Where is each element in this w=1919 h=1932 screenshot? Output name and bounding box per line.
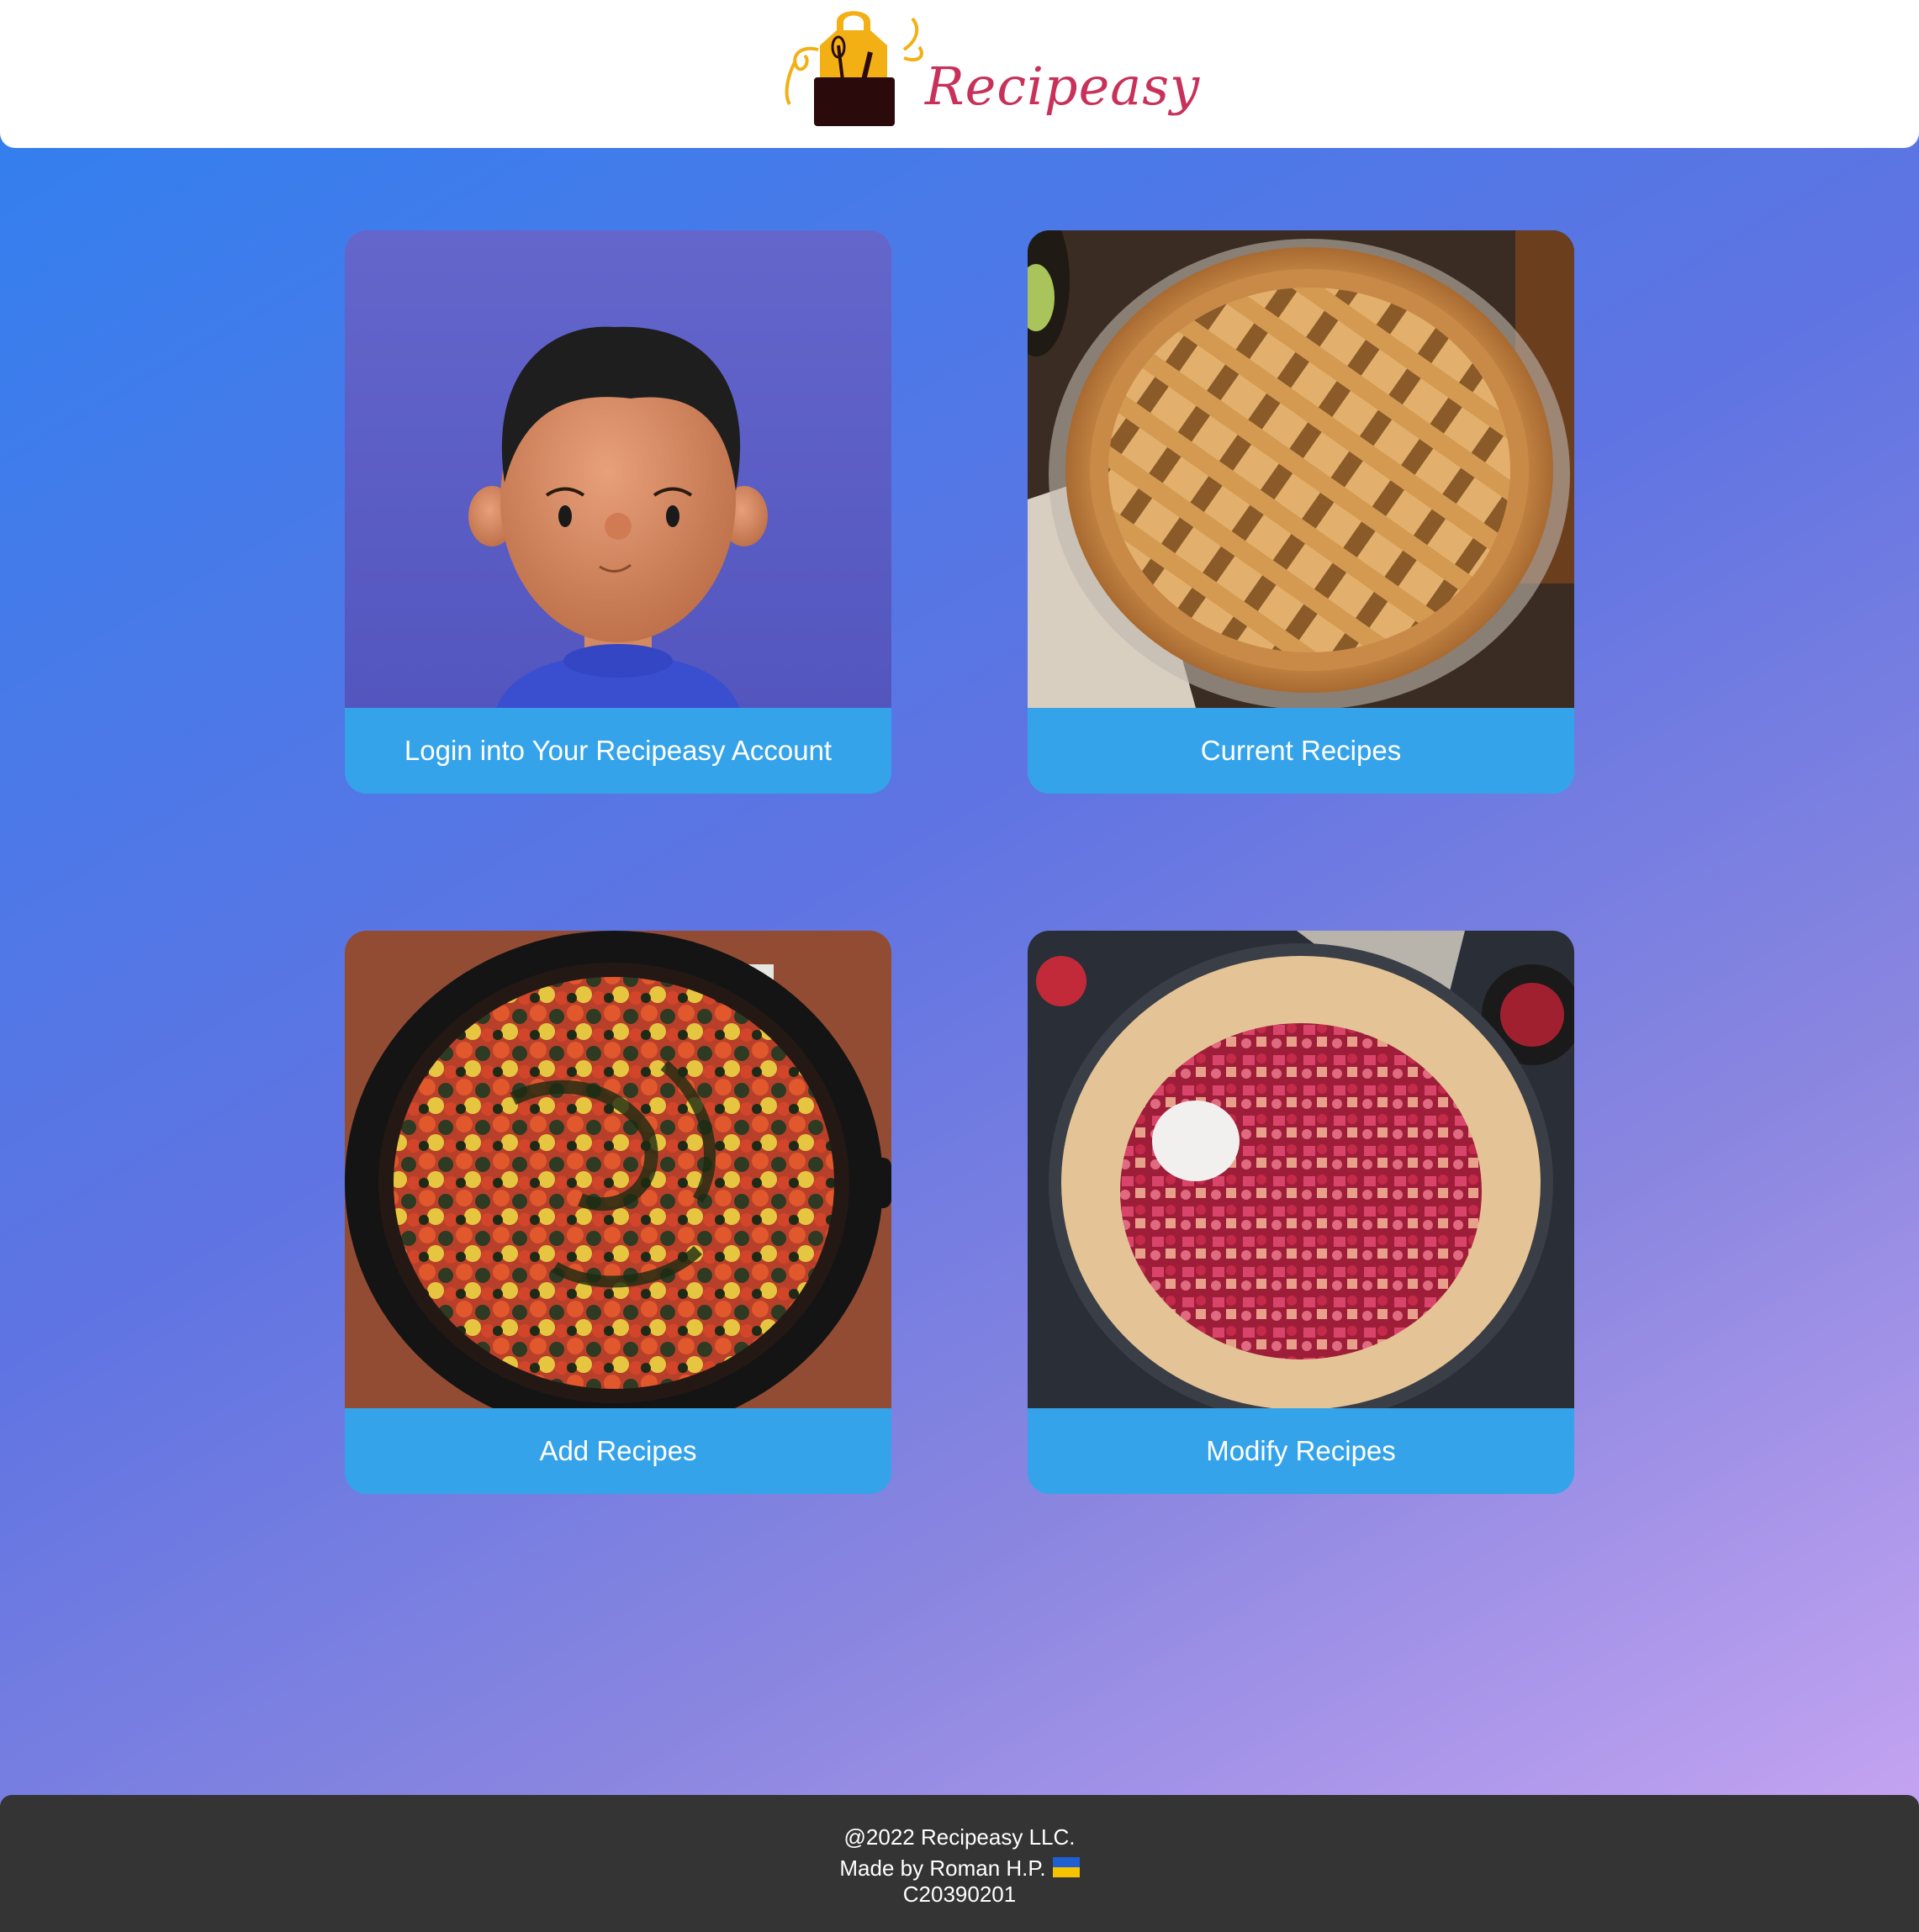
- ratatouille-photo[interactable]: [345, 931, 891, 1408]
- footer-copyright: @2022 Recipeasy LLC.: [843, 1824, 1076, 1850]
- add-recipes-card[interactable]: Add Recipes: [345, 931, 891, 1494]
- site-footer: @2022 Recipeasy LLC. Made by Roman H.P. …: [0, 1795, 1919, 1932]
- strawberry-galette-photo[interactable]: [1028, 931, 1574, 1408]
- avatar-illustration[interactable]: [345, 230, 891, 708]
- current-recipes-card[interactable]: Current Recipes: [1028, 230, 1574, 794]
- footer-code: C20390201: [902, 1882, 1017, 1907]
- footer-made-by: Made by Roman H.P.: [839, 1855, 1046, 1881]
- site-header: Recipeasy: [0, 0, 1919, 148]
- current-recipes-card-label[interactable]: Current Recipes: [1028, 708, 1574, 794]
- brand-name[interactable]: Recipeasy: [925, 55, 1200, 117]
- ukraine-flag-icon: [1052, 1857, 1080, 1877]
- login-card-label[interactable]: Login into Your Recipeasy Account: [345, 708, 891, 794]
- footer-made-by-line: Made by Roman H.P.: [0, 1855, 1919, 1882]
- add-recipes-card-label[interactable]: Add Recipes: [345, 1408, 891, 1494]
- modify-recipes-card[interactable]: Modify Recipes: [1028, 931, 1574, 1494]
- modify-recipes-card-label[interactable]: Modify Recipes: [1028, 1408, 1574, 1494]
- lattice-pie-photo[interactable]: [1028, 230, 1574, 708]
- login-card[interactable]: Login into Your Recipeasy Account: [345, 230, 891, 794]
